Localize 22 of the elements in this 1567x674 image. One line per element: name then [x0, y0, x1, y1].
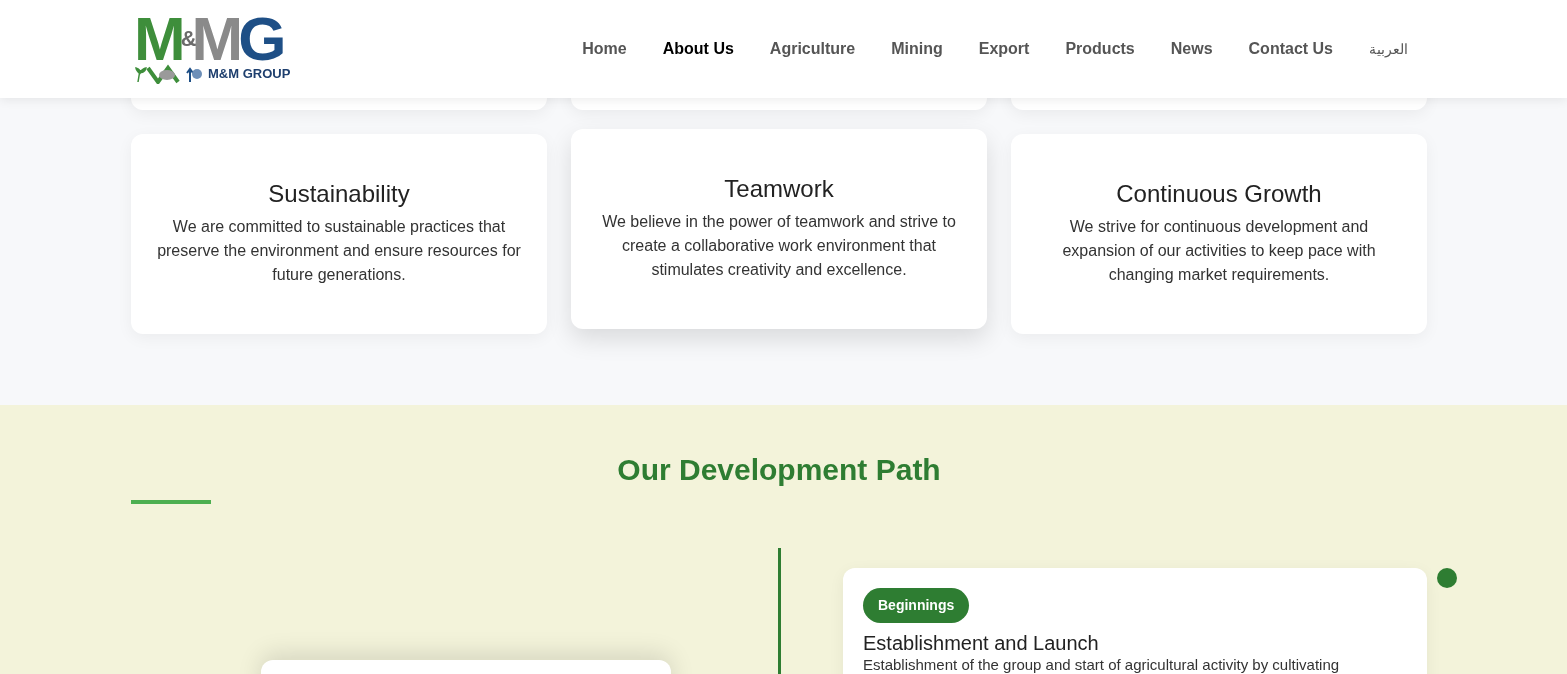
value-description: We are committed to sustainable practices that preserve the environment and ensure resources for future generations. — [156, 217, 522, 285]
value-title: Sustainability — [268, 179, 410, 209]
nav-link[interactable]: Export — [978, 37, 1030, 61]
nav-link[interactable]: Contact Us — [1248, 37, 1333, 61]
nav-link[interactable]: News — [1170, 37, 1213, 61]
nav-link[interactable]: Mining — [891, 37, 943, 61]
nav-link[interactable]: Products — [1065, 37, 1135, 61]
leaves-emblem-icon — [134, 64, 204, 84]
badge: Beginnings — [863, 588, 970, 623]
nav-link[interactable]: العربية — [1369, 38, 1408, 60]
value-title: Teamwork — [724, 174, 834, 204]
value-description: We believe in the power of teamwork and strive to create a collaborative work environment that stimulates creativity and excellence. — [601, 212, 957, 280]
nav-link[interactable]: Home — [582, 37, 627, 61]
value-description: We strive for continuous development and expansion of our activities to keep pace with changing market requirements. — [1061, 217, 1377, 285]
logo-wordmark: M&M GROUP — [208, 65, 291, 84]
value-title: Continuous Growth — [1116, 179, 1322, 209]
timeline-title: Establishment and Launch — [863, 631, 1100, 655]
nav-link[interactable]: About Us — [662, 37, 734, 61]
section-title: Our Development Path — [616, 452, 942, 488]
logo-monogram: M&MG — [134, 14, 282, 64]
timeline-description: Establishment of the group and start of agricultural activity by cultivating — [863, 655, 1341, 674]
nav-link[interactable]: Agriculture — [769, 37, 856, 61]
